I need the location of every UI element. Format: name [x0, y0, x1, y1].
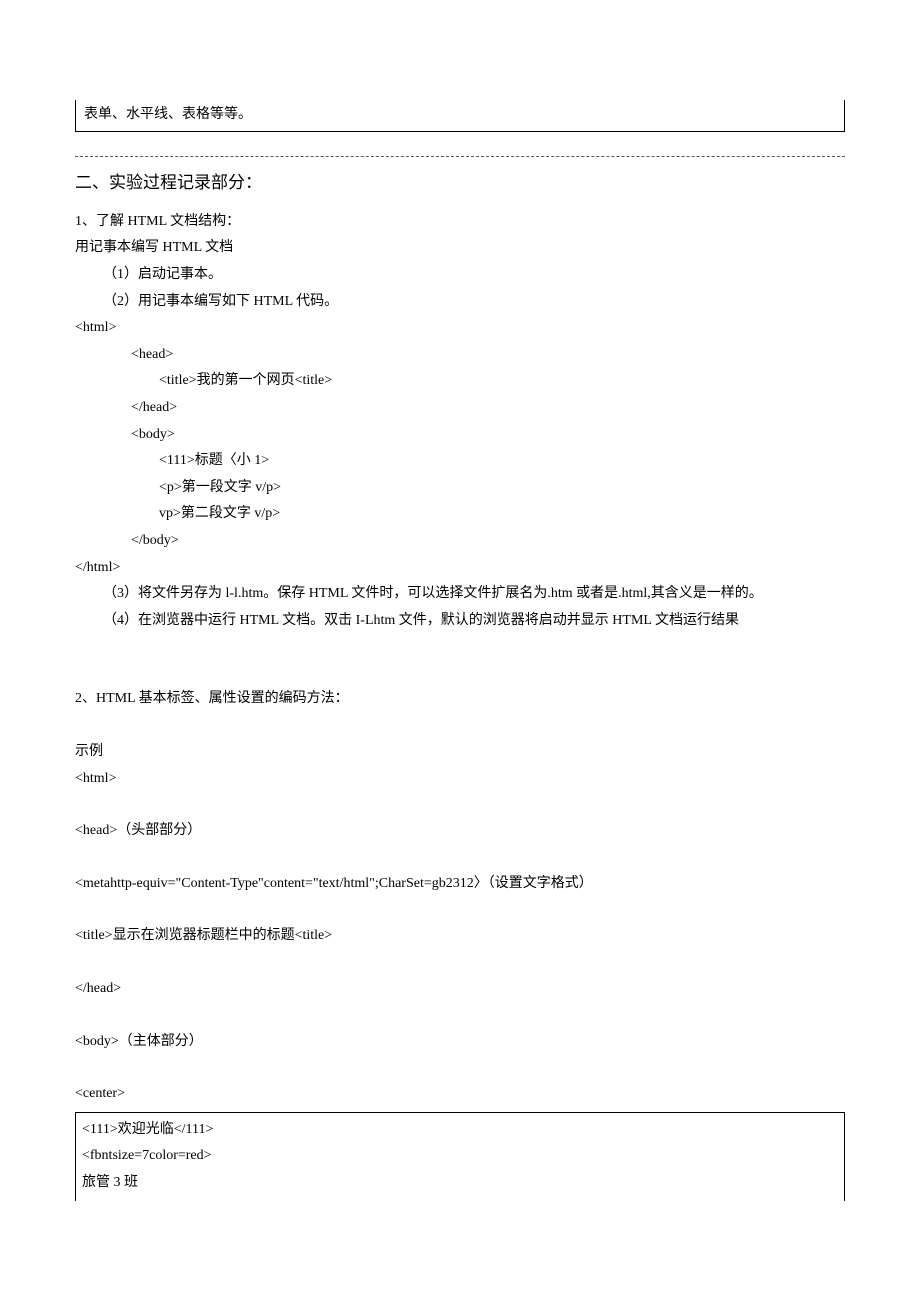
code-line: <metahttp-equiv="Content-Type"content="t…	[75, 871, 845, 898]
spacer	[75, 950, 845, 976]
code-line: <html>	[75, 766, 845, 793]
spacer	[75, 792, 845, 818]
s1-title: 1、了解 HTML 文档结构：	[75, 209, 845, 236]
code-line: <head>	[75, 342, 845, 369]
code-line: <fbntsize=7color=red>	[82, 1143, 838, 1170]
code-line: vp>第二段文字 v/p>	[75, 501, 845, 528]
bottom-code-box: <111>欢迎光临</111> <fbntsize=7color=red> 旅管…	[75, 1112, 845, 1201]
code-line: <title>显示在浏览器标题栏中的标题<title>	[75, 923, 845, 950]
spacer	[75, 713, 845, 739]
s1-step2: （2）用记事本编写如下 HTML 代码。	[75, 289, 845, 316]
s1-step4: （4）在浏览器中运行 HTML 文档。双击 I-Lhtm 文件，默认的浏览器将启…	[75, 608, 845, 635]
code-line: <111>标题〈小 1>	[75, 448, 845, 475]
code-line: <head>（头部部分）	[75, 818, 845, 845]
code-line: <body>	[75, 422, 845, 449]
s1-step1: （1）启动记事本。	[75, 262, 845, 289]
code-line: <111>欢迎光临</111>	[82, 1117, 838, 1144]
code-line: 旅管 3 班	[82, 1170, 838, 1197]
spacer	[75, 845, 845, 871]
code-line: <p>第一段文字 v/p>	[75, 475, 845, 502]
code-line: </head>	[75, 395, 845, 422]
example-label: 示例	[75, 739, 845, 766]
code-line: </head>	[75, 976, 845, 1003]
divider	[75, 156, 845, 157]
code-line: </html>	[75, 555, 845, 582]
s1-subtitle: 用记事本编写 HTML 文档	[75, 235, 845, 262]
top-fragment-text: 表单、水平线、表格等等。	[84, 107, 252, 122]
code-line: </body>	[75, 528, 845, 555]
spacer	[75, 897, 845, 923]
code-line: <center>	[75, 1081, 845, 1108]
s1-step3: （3）将文件另存为 l-l.htm。保存 HTML 文件时，可以选择文件扩展名为…	[75, 581, 845, 608]
spacer	[75, 1055, 845, 1081]
code-line: <body>（主体部分）	[75, 1029, 845, 1056]
top-fragment-box: 表单、水平线、表格等等。	[75, 100, 845, 132]
code-line: <html>	[75, 315, 845, 342]
code-line: <title>我的第一个网页<title>	[75, 368, 845, 395]
s2-title: 2、HTML 基本标签、属性设置的编码方法：	[75, 686, 845, 713]
spacer	[75, 1003, 845, 1029]
section-heading: 二、实验过程记录部分：	[75, 167, 845, 199]
spacer	[75, 634, 845, 686]
